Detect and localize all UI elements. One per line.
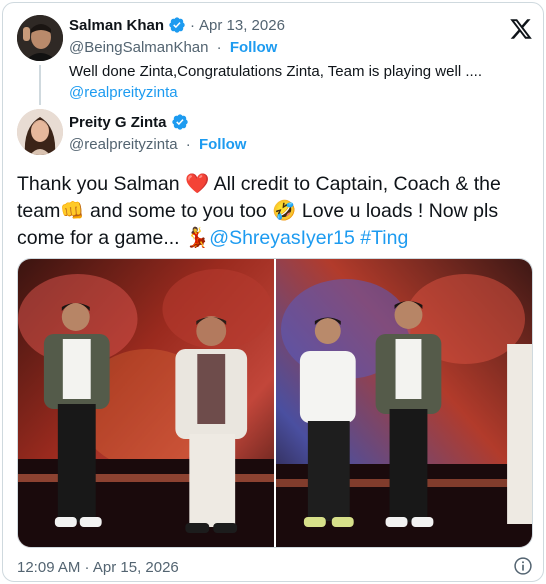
quoted-text-body: Well done Zinta,Congratulations Zinta, T… [69, 63, 482, 80]
quoted-mention-link[interactable]: @realpreityzinta [69, 84, 178, 101]
photo-left[interactable] [18, 259, 274, 547]
hashtag-link[interactable]: #Ting [360, 227, 408, 249]
quoted-author-row: Salman Khan · Apr 13, 2026 [69, 16, 285, 34]
x-logo-icon[interactable] [509, 17, 533, 41]
separator-dot: · [185, 136, 191, 153]
quoted-handle-row: @BeingSalmanKhan · Follow [69, 39, 277, 56]
tweet-text-part: Thank you Salman [17, 173, 186, 195]
thread-line [39, 65, 41, 105]
mention-link[interactable]: @ShreyasIyer15 [209, 227, 355, 249]
fist-emoji: 👊 [60, 200, 85, 222]
tweet-text-part: and some to you too [84, 200, 273, 222]
preity-avatar[interactable] [17, 109, 63, 155]
quoted-tweet-text: Well done Zinta,Congratulations Zinta, T… [69, 61, 509, 103]
author-row: Preity G Zinta [69, 113, 189, 131]
tweet-text: Thank you Salman ❤️ All credit to Captai… [17, 171, 531, 252]
info-icon[interactable] [513, 556, 533, 576]
photo-right[interactable] [276, 259, 532, 547]
follow-button[interactable]: Follow [199, 136, 247, 153]
media-grid [17, 258, 533, 548]
author-handle[interactable]: @realpreityzinta [69, 136, 178, 153]
quoted-author-name[interactable]: Salman Khan [69, 17, 164, 34]
tweet-card[interactable]: Salman Khan · Apr 13, 2026 @BeingSalmanK… [2, 2, 544, 582]
author-name[interactable]: Preity G Zinta [69, 114, 167, 131]
quoted-date[interactable]: Apr 13, 2026 [199, 17, 285, 34]
verified-badge-icon [169, 17, 185, 33]
separator-dot: · [190, 16, 196, 34]
laugh-emoji: 🤣 [272, 200, 297, 222]
heart-emoji: ❤️ [185, 173, 210, 195]
quoted-handle[interactable]: @BeingSalmanKhan [69, 39, 208, 56]
tweet-timestamp[interactable]: 12:09 AM · Apr 15, 2026 [17, 559, 179, 576]
separator-dot: · [216, 39, 222, 56]
salman-avatar[interactable] [17, 15, 63, 61]
verified-badge-icon [171, 114, 188, 130]
dance-emoji: 💃 [185, 227, 210, 249]
author-handle-row: @realpreityzinta · Follow [69, 136, 246, 153]
quoted-follow-button[interactable]: Follow [230, 39, 278, 56]
